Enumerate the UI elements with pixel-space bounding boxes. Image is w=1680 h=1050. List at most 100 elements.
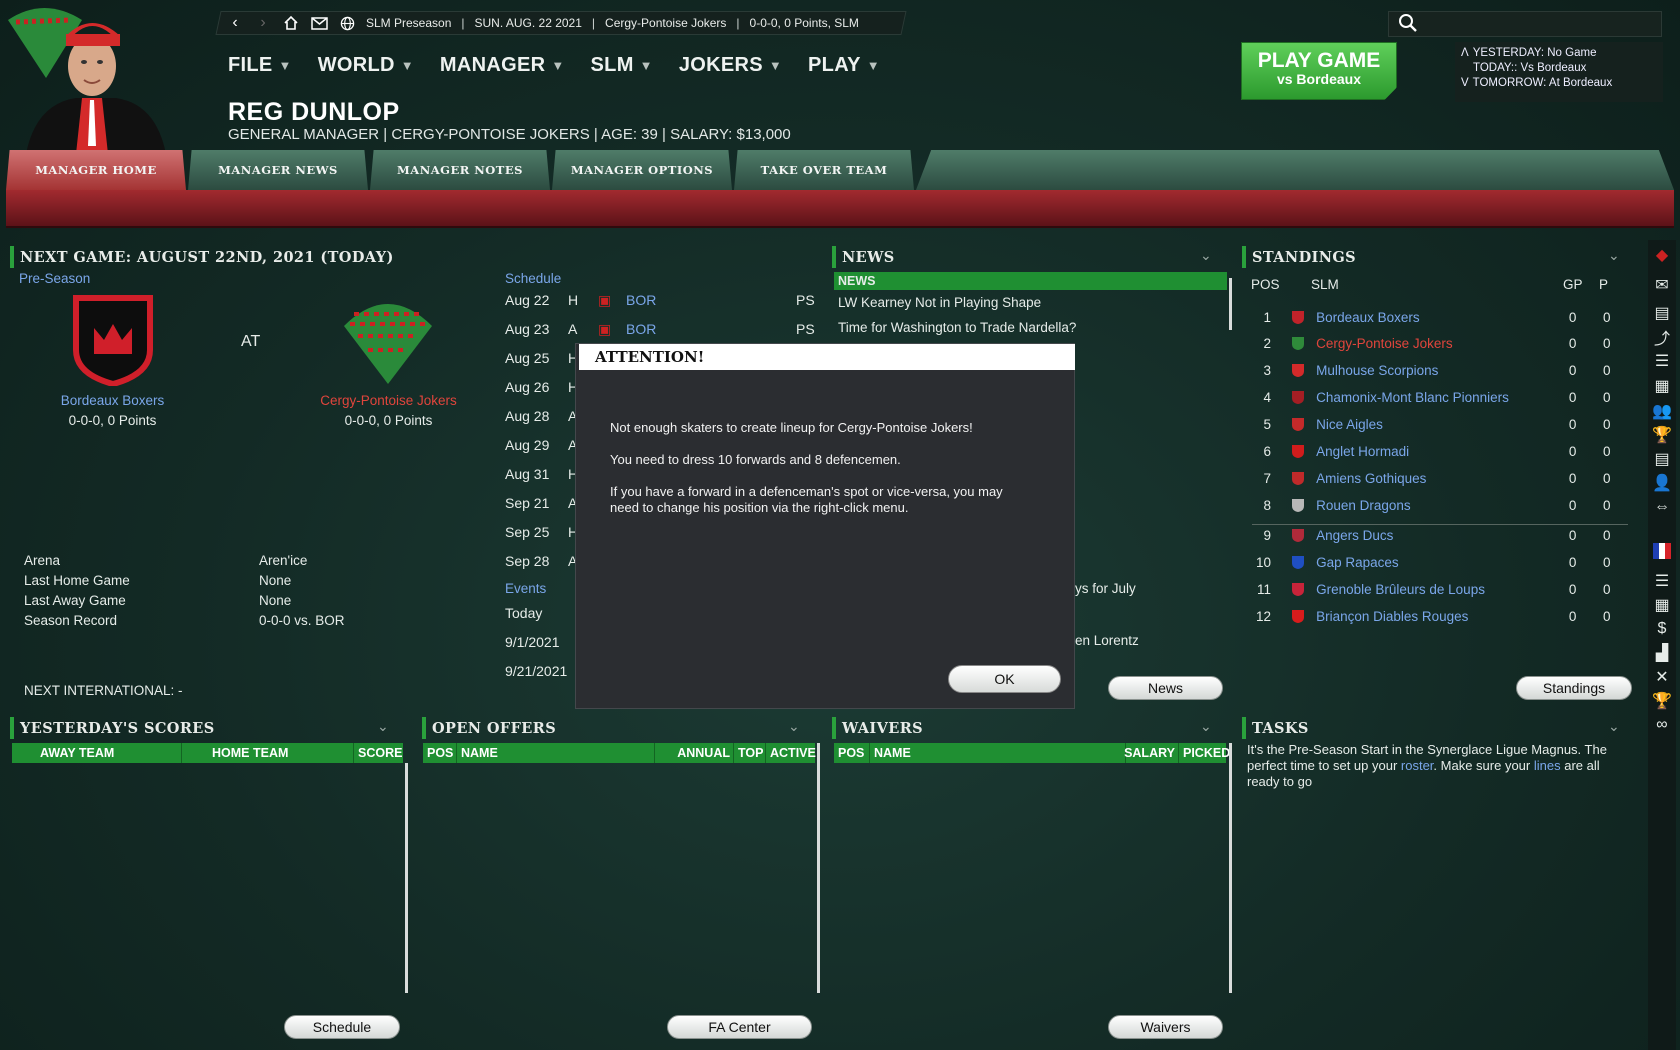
hockey-stick-icon[interactable]: ⤴ xyxy=(1651,326,1673,348)
news-item-partial[interactable]: en Lorentz xyxy=(1075,633,1139,648)
france-flag-icon[interactable] xyxy=(1651,540,1673,562)
tab-take-over-team[interactable]: TAKE OVER TEAM xyxy=(734,150,914,190)
home-team-name[interactable]: Cergy-Pontoise Jokers xyxy=(316,393,461,408)
standings-row[interactable]: 3 Mulhouse Scorpions 0 0 xyxy=(1252,357,1622,383)
scores-scrollbar[interactable] xyxy=(405,763,408,993)
schedule-row[interactable]: Sep 28 A xyxy=(505,549,577,573)
menu-file[interactable]: FILE ▼ xyxy=(228,54,292,77)
news-scrollbar[interactable] xyxy=(1229,278,1232,330)
schedule-row[interactable]: Aug 25 H xyxy=(505,346,578,370)
schedule-row[interactable]: Aug 31 H xyxy=(505,462,578,486)
fa-center-button[interactable]: FA Center xyxy=(667,1015,812,1039)
home-icon[interactable] xyxy=(282,14,300,32)
ok-button[interactable]: OK xyxy=(948,665,1061,693)
standings-row[interactable]: 7 Amiens Gothiques 0 0 xyxy=(1252,465,1622,491)
bordeaux-small-icon: ▣ xyxy=(598,320,612,337)
standings-row[interactable]: 8 Rouen Dragons 0 0 xyxy=(1252,492,1622,518)
schedule-row[interactable]: Aug 23 A ▣ BOR PS xyxy=(505,317,815,341)
globe-icon[interactable] xyxy=(338,14,356,32)
news-button[interactable]: News xyxy=(1108,676,1223,700)
standings-row[interactable]: 1 Bordeaux Boxers 0 0 xyxy=(1252,304,1622,330)
standings-team[interactable]: Anglet Hormadi xyxy=(1316,444,1554,459)
standings-team[interactable]: Grenoble Brûleurs de Loups xyxy=(1316,582,1554,597)
menu-slm[interactable]: SLM ▼ xyxy=(591,54,653,77)
trophy-icon[interactable]: 🏆 xyxy=(1651,690,1673,712)
standings-team[interactable]: Briançon Diables Rouges xyxy=(1316,609,1554,624)
staff-icon[interactable]: 👤 xyxy=(1651,472,1673,494)
back-arrow-icon[interactable]: ‹ xyxy=(226,14,244,32)
lines-icon[interactable]: ☰ xyxy=(1651,350,1673,372)
waivers-button[interactable]: Waivers xyxy=(1108,1015,1223,1039)
standings-team[interactable]: Angers Ducs xyxy=(1316,528,1554,543)
news-item[interactable]: Time for Washington to Trade Nardella? xyxy=(838,320,1076,335)
waivers-scrollbar[interactable] xyxy=(1229,743,1232,993)
rink-icon[interactable]: ▦ xyxy=(1651,594,1673,616)
play-game-button[interactable]: PLAY GAME vs Bordeaux xyxy=(1241,42,1397,100)
schedule-row[interactable]: Aug 28 A xyxy=(505,404,577,428)
standings-team[interactable]: Bordeaux Boxers xyxy=(1316,310,1554,325)
clipboard-icon[interactable]: ▤ xyxy=(1651,302,1673,324)
players-icon[interactable]: 👥 xyxy=(1651,400,1673,422)
schedule-button[interactable]: Schedule xyxy=(284,1015,400,1039)
standings-row[interactable]: 9 Angers Ducs 0 0 xyxy=(1252,522,1622,548)
standings-row[interactable]: 6 Anglet Hormadi 0 0 xyxy=(1252,438,1622,464)
schedule-row[interactable]: Aug 26 H xyxy=(505,375,578,399)
collapse-chevron-icon[interactable]: ⌄ xyxy=(1608,247,1620,264)
trade-icon[interactable]: ⇔ xyxy=(1651,496,1673,518)
schedule-row[interactable]: Aug 22 H ▣ BOR PS xyxy=(505,288,815,312)
menu-jokers[interactable]: JOKERS ▼ xyxy=(679,54,782,77)
schedule-row[interactable]: Aug 29 A xyxy=(505,433,577,457)
standings-row[interactable]: 5 Nice Aigles 0 0 xyxy=(1252,411,1622,437)
mail-icon[interactable] xyxy=(310,14,328,32)
standings-pos: 5 xyxy=(1263,416,1271,432)
away-team-name[interactable]: Bordeaux Boxers xyxy=(40,393,185,408)
standings-team[interactable]: Cergy-Pontoise Jokers xyxy=(1316,336,1554,351)
team-logo-icon xyxy=(1289,607,1306,625)
tab-manager-options[interactable]: MANAGER OPTIONS xyxy=(552,150,732,190)
standings-team[interactable]: Mulhouse Scorpions xyxy=(1316,363,1554,378)
team-logo-icon[interactable]: ◆ xyxy=(1651,244,1673,266)
collapse-chevron-icon[interactable]: ⌄ xyxy=(377,718,389,735)
rink-icon[interactable]: ▦ xyxy=(1651,375,1673,397)
dollar-icon[interactable]: $ xyxy=(1651,618,1673,640)
standings-row[interactable]: 2 Cergy-Pontoise Jokers 0 0 xyxy=(1252,330,1622,356)
lines-link[interactable]: lines xyxy=(1534,758,1561,773)
search-icon[interactable] xyxy=(1398,13,1418,36)
collapse-chevron-icon[interactable]: ⌄ xyxy=(1200,718,1212,735)
standings-row[interactable]: 11 Grenoble Brûleurs de Loups 0 0 xyxy=(1252,576,1622,602)
menu-manager[interactable]: MANAGER ▼ xyxy=(440,54,565,77)
menu-play[interactable]: PLAY ▼ xyxy=(808,54,880,77)
standings-team[interactable]: Rouen Dragons xyxy=(1316,498,1554,513)
standings-row[interactable]: 4 Chamonix-Mont Blanc Pionniers 0 0 xyxy=(1252,384,1622,410)
schedule-row[interactable]: Sep 25 H xyxy=(505,520,578,544)
standings-team[interactable]: Gap Rapaces xyxy=(1316,555,1554,570)
standings-row[interactable]: 10 Gap Rapaces 0 0 xyxy=(1252,549,1622,575)
news-item-partial[interactable]: ys for July xyxy=(1075,581,1136,596)
binoculars-icon[interactable]: ∞ xyxy=(1651,714,1673,736)
collapse-chevron-icon[interactable]: ⌄ xyxy=(788,718,800,735)
news-tab[interactable]: NEWS xyxy=(834,272,1227,290)
mail-icon[interactable]: ✉ xyxy=(1651,274,1673,296)
roster-link[interactable]: roster xyxy=(1401,758,1434,773)
offers-scrollbar[interactable] xyxy=(817,743,820,993)
tab-manager-home[interactable]: MANAGER HOME xyxy=(6,150,186,190)
standings-team[interactable]: Nice Aigles xyxy=(1316,417,1554,432)
schedule-row[interactable]: Sep 21 A xyxy=(505,491,577,515)
document-icon[interactable]: ▤ xyxy=(1651,448,1673,470)
standings-button[interactable]: Standings xyxy=(1516,676,1632,700)
standings-team[interactable]: Chamonix-Mont Blanc Pionniers xyxy=(1316,390,1554,405)
collapse-chevron-icon[interactable]: ⌄ xyxy=(1608,718,1620,735)
menu-world[interactable]: WORLD ▼ xyxy=(318,54,414,77)
tab-manager-notes[interactable]: MANAGER NOTES xyxy=(370,150,550,190)
standings-team[interactable]: Amiens Gothiques xyxy=(1316,471,1554,486)
crossed-sticks-icon[interactable]: ✕ xyxy=(1651,666,1673,688)
search-input[interactable] xyxy=(1388,11,1662,37)
collapse-chevron-icon[interactable]: ⌄ xyxy=(1200,247,1212,264)
standings-row[interactable]: 12 Briançon Diables Rouges 0 0 xyxy=(1252,603,1622,629)
forward-arrow-icon[interactable]: › xyxy=(254,14,272,32)
list-icon[interactable]: ☰ xyxy=(1651,570,1673,592)
news-item[interactable]: LW Kearney Not in Playing Shape xyxy=(838,295,1041,310)
stats-chart-icon[interactable]: ▟ xyxy=(1651,642,1673,664)
tab-manager-news[interactable]: MANAGER NEWS xyxy=(188,150,368,190)
trophy-icon[interactable]: 🏆 xyxy=(1651,424,1673,446)
